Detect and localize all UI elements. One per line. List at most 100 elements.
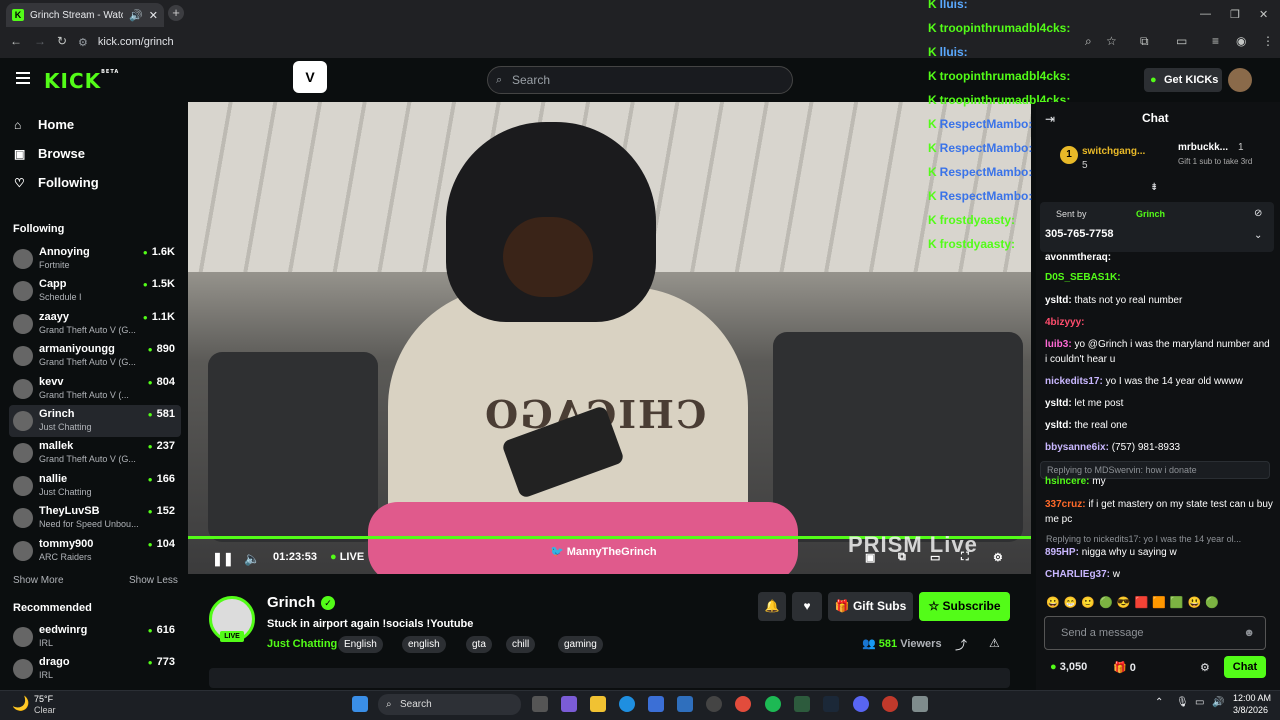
bookmark-star-icon[interactable]: ☆ <box>1106 34 1117 48</box>
unpin-icon[interactable]: ⊘ <box>1254 208 1262 219</box>
notification-bell-icon[interactable]: 🔔 <box>758 592 786 621</box>
stream-tag[interactable]: English <box>338 636 383 653</box>
mic-icon[interactable]: 🎙 <box>1176 697 1189 708</box>
clock-time[interactable]: 12:00 AM <box>1233 693 1271 703</box>
following-channel[interactable]: TheyLuvSBNeed for Speed Unbou... 152 <box>9 502 181 534</box>
clock-date[interactable]: 3/8/2026 <box>1233 705 1268 715</box>
miniplayer-icon[interactable]: ⧉ <box>898 551 906 564</box>
weather-moon-icon[interactable]: 🌙 <box>12 695 29 712</box>
steam-icon[interactable] <box>823 696 839 712</box>
back-icon[interactable]: ← <box>10 34 22 48</box>
following-channel[interactable]: CappSchedule I 1.5K <box>9 275 181 307</box>
app-icon[interactable] <box>706 696 722 712</box>
extensions-icon[interactable]: ⧉ <box>1140 34 1149 49</box>
volume-icon[interactable]: 🔈 <box>244 551 260 567</box>
collapse-chat-icon[interactable]: ⇥ <box>1045 112 1055 126</box>
address-bar[interactable]: ⚙ kick.com/grinch <box>78 32 1128 52</box>
tab-audio-icon[interactable]: 🔊 <box>129 9 143 22</box>
browser-tab[interactable]: K Grinch Stream - Watch Live 🔊 ✕ <box>6 3 164 27</box>
zoom-icon[interactable]: ⌕ <box>1085 34 1092 49</box>
network-icon[interactable]: ▭ <box>1195 697 1204 708</box>
following-channel[interactable]: kevvGrand Theft Auto V (... 804 <box>9 373 181 405</box>
nav-home[interactable]: ⌂ Home <box>14 117 74 132</box>
fullscreen-icon[interactable]: ⛶ <box>961 551 969 564</box>
tray-chevron-icon[interactable]: ⌃ <box>1155 697 1163 708</box>
following-channel[interactable]: mallekGrand Theft Auto V (G... 237 <box>9 437 181 469</box>
vpn-extension-icon[interactable]: V <box>293 61 327 93</box>
nav-browse[interactable]: ▣ Browse <box>14 146 85 161</box>
following-channel[interactable]: tommy900ARC Raiders 104 <box>9 535 181 567</box>
media-icon[interactable]: ≡ <box>1212 34 1219 48</box>
chrome-icon[interactable] <box>735 696 751 712</box>
kicks-balance[interactable]: ● 3,050 <box>1050 661 1087 673</box>
tab-close-icon[interactable]: ✕ <box>149 9 158 22</box>
theater-icon[interactable]: ▭ <box>930 551 940 564</box>
show-more-button[interactable]: Show More <box>13 575 64 586</box>
chat-input[interactable]: Send a message ☻ <box>1044 616 1266 650</box>
minimize-icon[interactable]: — <box>1200 8 1211 20</box>
emote-bar[interactable]: 😀😁🙂🟢😎🟥🟧🟩😃🟢 <box>1046 596 1268 612</box>
weather-temp[interactable]: 75°F <box>34 694 53 704</box>
reload-icon[interactable]: ↻ <box>57 34 67 48</box>
gift-subs-button[interactable]: 🎁 Gift Subs <box>828 592 913 621</box>
xbox-icon[interactable] <box>794 696 810 712</box>
volume-tray-icon[interactable]: 🔊 <box>1212 697 1224 708</box>
subscribe-button[interactable]: ☆ Subscribe <box>919 592 1010 621</box>
share-icon[interactable]: ⤴ <box>955 636 967 653</box>
discord-icon[interactable] <box>853 696 869 712</box>
windows-start-icon[interactable] <box>352 696 368 712</box>
recommended-channel[interactable]: eedwinrg IRL 616 <box>9 621 181 653</box>
stream-category[interactable]: Just Chatting <box>267 638 337 650</box>
pause-icon[interactable]: ❚❚ <box>212 551 234 567</box>
user-avatar[interactable] <box>1228 68 1252 92</box>
gift-count[interactable]: 🎁 0 <box>1113 661 1136 674</box>
send-chat-button[interactable]: Chat <box>1224 656 1266 678</box>
site-info-icon[interactable]: ⚙ <box>78 36 88 49</box>
streamer-name[interactable]: Grinch <box>267 594 315 611</box>
pinned-message[interactable]: Sent by Grinch 305-765-7758 ⊘ ⌄ <box>1040 202 1274 252</box>
mail-icon[interactable] <box>677 696 693 712</box>
file-explorer-icon[interactable] <box>590 696 606 712</box>
following-channel[interactable]: nallieJust Chatting 166 <box>9 470 181 502</box>
task-view-icon[interactable] <box>532 696 548 712</box>
expand-leaderboard-icon[interactable]: ⇟ <box>1150 182 1158 193</box>
kick-logo[interactable]: KICKBETA <box>44 69 119 93</box>
settings-gear-icon[interactable]: ⚙ <box>993 551 1003 564</box>
forward-icon[interactable]: → <box>34 34 46 48</box>
opera-icon[interactable] <box>882 696 898 712</box>
clip-icon[interactable]: ▣ <box>865 551 875 564</box>
recommended-channel[interactable]: drago IRL 773 <box>9 653 181 685</box>
taskbar-search[interactable]: ⌕ Search <box>378 694 521 715</box>
follow-heart-icon[interactable]: ♥ <box>792 592 822 621</box>
video-player[interactable]: CHICAGO ❚❚ 🔈 01:23:53 ● LIVE 🐦 MannyTheG… <box>188 102 1031 574</box>
leader1-name[interactable]: switchgang... <box>1082 146 1145 157</box>
report-icon[interactable]: ⚠ <box>989 636 1000 650</box>
stream-tag[interactable]: gaming <box>558 636 603 653</box>
following-channel[interactable]: zaayyGrand Theft Auto V (G... 1.1K <box>9 308 181 340</box>
edge-icon[interactable] <box>619 696 635 712</box>
new-tab-button[interactable]: + <box>168 5 184 21</box>
nav-following[interactable]: ♡ Following <box>14 175 99 190</box>
emoji-icon[interactable]: ☻ <box>1243 617 1255 649</box>
hamburger-menu-icon[interactable] <box>16 72 30 84</box>
search-input[interactable]: ⌕ Search <box>487 66 793 94</box>
spotify-icon[interactable] <box>765 696 781 712</box>
menu-dots-icon[interactable]: ⋮ <box>1262 34 1274 48</box>
cast-icon[interactable]: ▭ <box>1176 34 1187 48</box>
settings-icon[interactable] <box>912 696 928 712</box>
get-kicks-button[interactable]: Get KICKs <box>1144 68 1222 92</box>
stream-tag[interactable]: chill <box>506 636 536 653</box>
following-channel[interactable]: armaniyounggGrand Theft Auto V (G... 890 <box>9 340 181 372</box>
following-channel[interactable]: Annoying Fortnite 1.6K <box>9 243 181 275</box>
chat-settings-icon[interactable]: ⚙ <box>1200 661 1210 674</box>
show-less-button[interactable]: Show Less <box>129 575 178 586</box>
following-channel[interactable]: Grinch Just Chatting 581 <box>9 405 181 437</box>
chevron-down-icon[interactable]: ⌄ <box>1254 230 1262 241</box>
stream-tag[interactable]: gta <box>466 636 492 653</box>
profile-icon[interactable]: ◉ <box>1236 34 1246 48</box>
leader2-name[interactable]: mrbuckk... <box>1178 142 1228 153</box>
copilot-icon[interactable] <box>561 696 577 712</box>
stream-tag[interactable]: english <box>402 636 446 653</box>
close-window-icon[interactable]: ✕ <box>1259 8 1268 21</box>
maximize-icon[interactable]: ❐ <box>1230 8 1240 21</box>
